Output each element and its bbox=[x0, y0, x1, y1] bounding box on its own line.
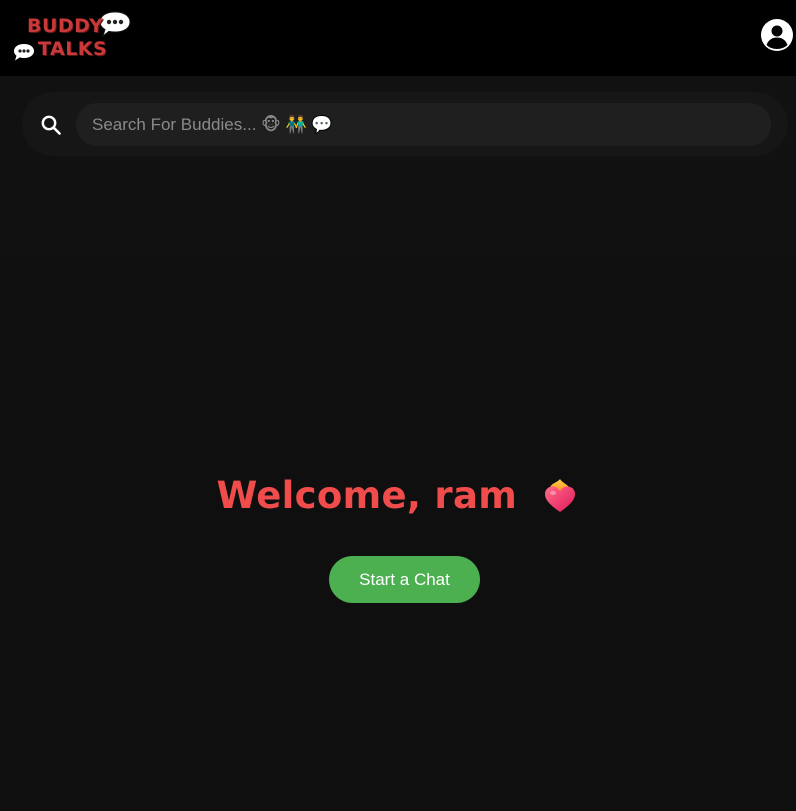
user-circle-icon[interactable] bbox=[760, 18, 794, 52]
start-chat-button[interactable]: Start a Chat bbox=[329, 556, 480, 603]
app-logo[interactable]: BUDDY TALKS bbox=[10, 8, 134, 64]
logo-text-talks: TALKS bbox=[38, 38, 108, 60]
welcome-text: Welcome, ram bbox=[216, 474, 518, 517]
welcome-heading: Welcome, ram bbox=[0, 474, 796, 517]
top-bar: BUDDY TALKS bbox=[0, 0, 796, 76]
heart-on-fire-icon bbox=[544, 478, 575, 512]
logo-text-buddy: BUDDY bbox=[27, 15, 104, 37]
chat-bubble-small-icon bbox=[14, 44, 34, 61]
search-input[interactable] bbox=[76, 103, 771, 146]
search-icon[interactable] bbox=[40, 114, 62, 136]
